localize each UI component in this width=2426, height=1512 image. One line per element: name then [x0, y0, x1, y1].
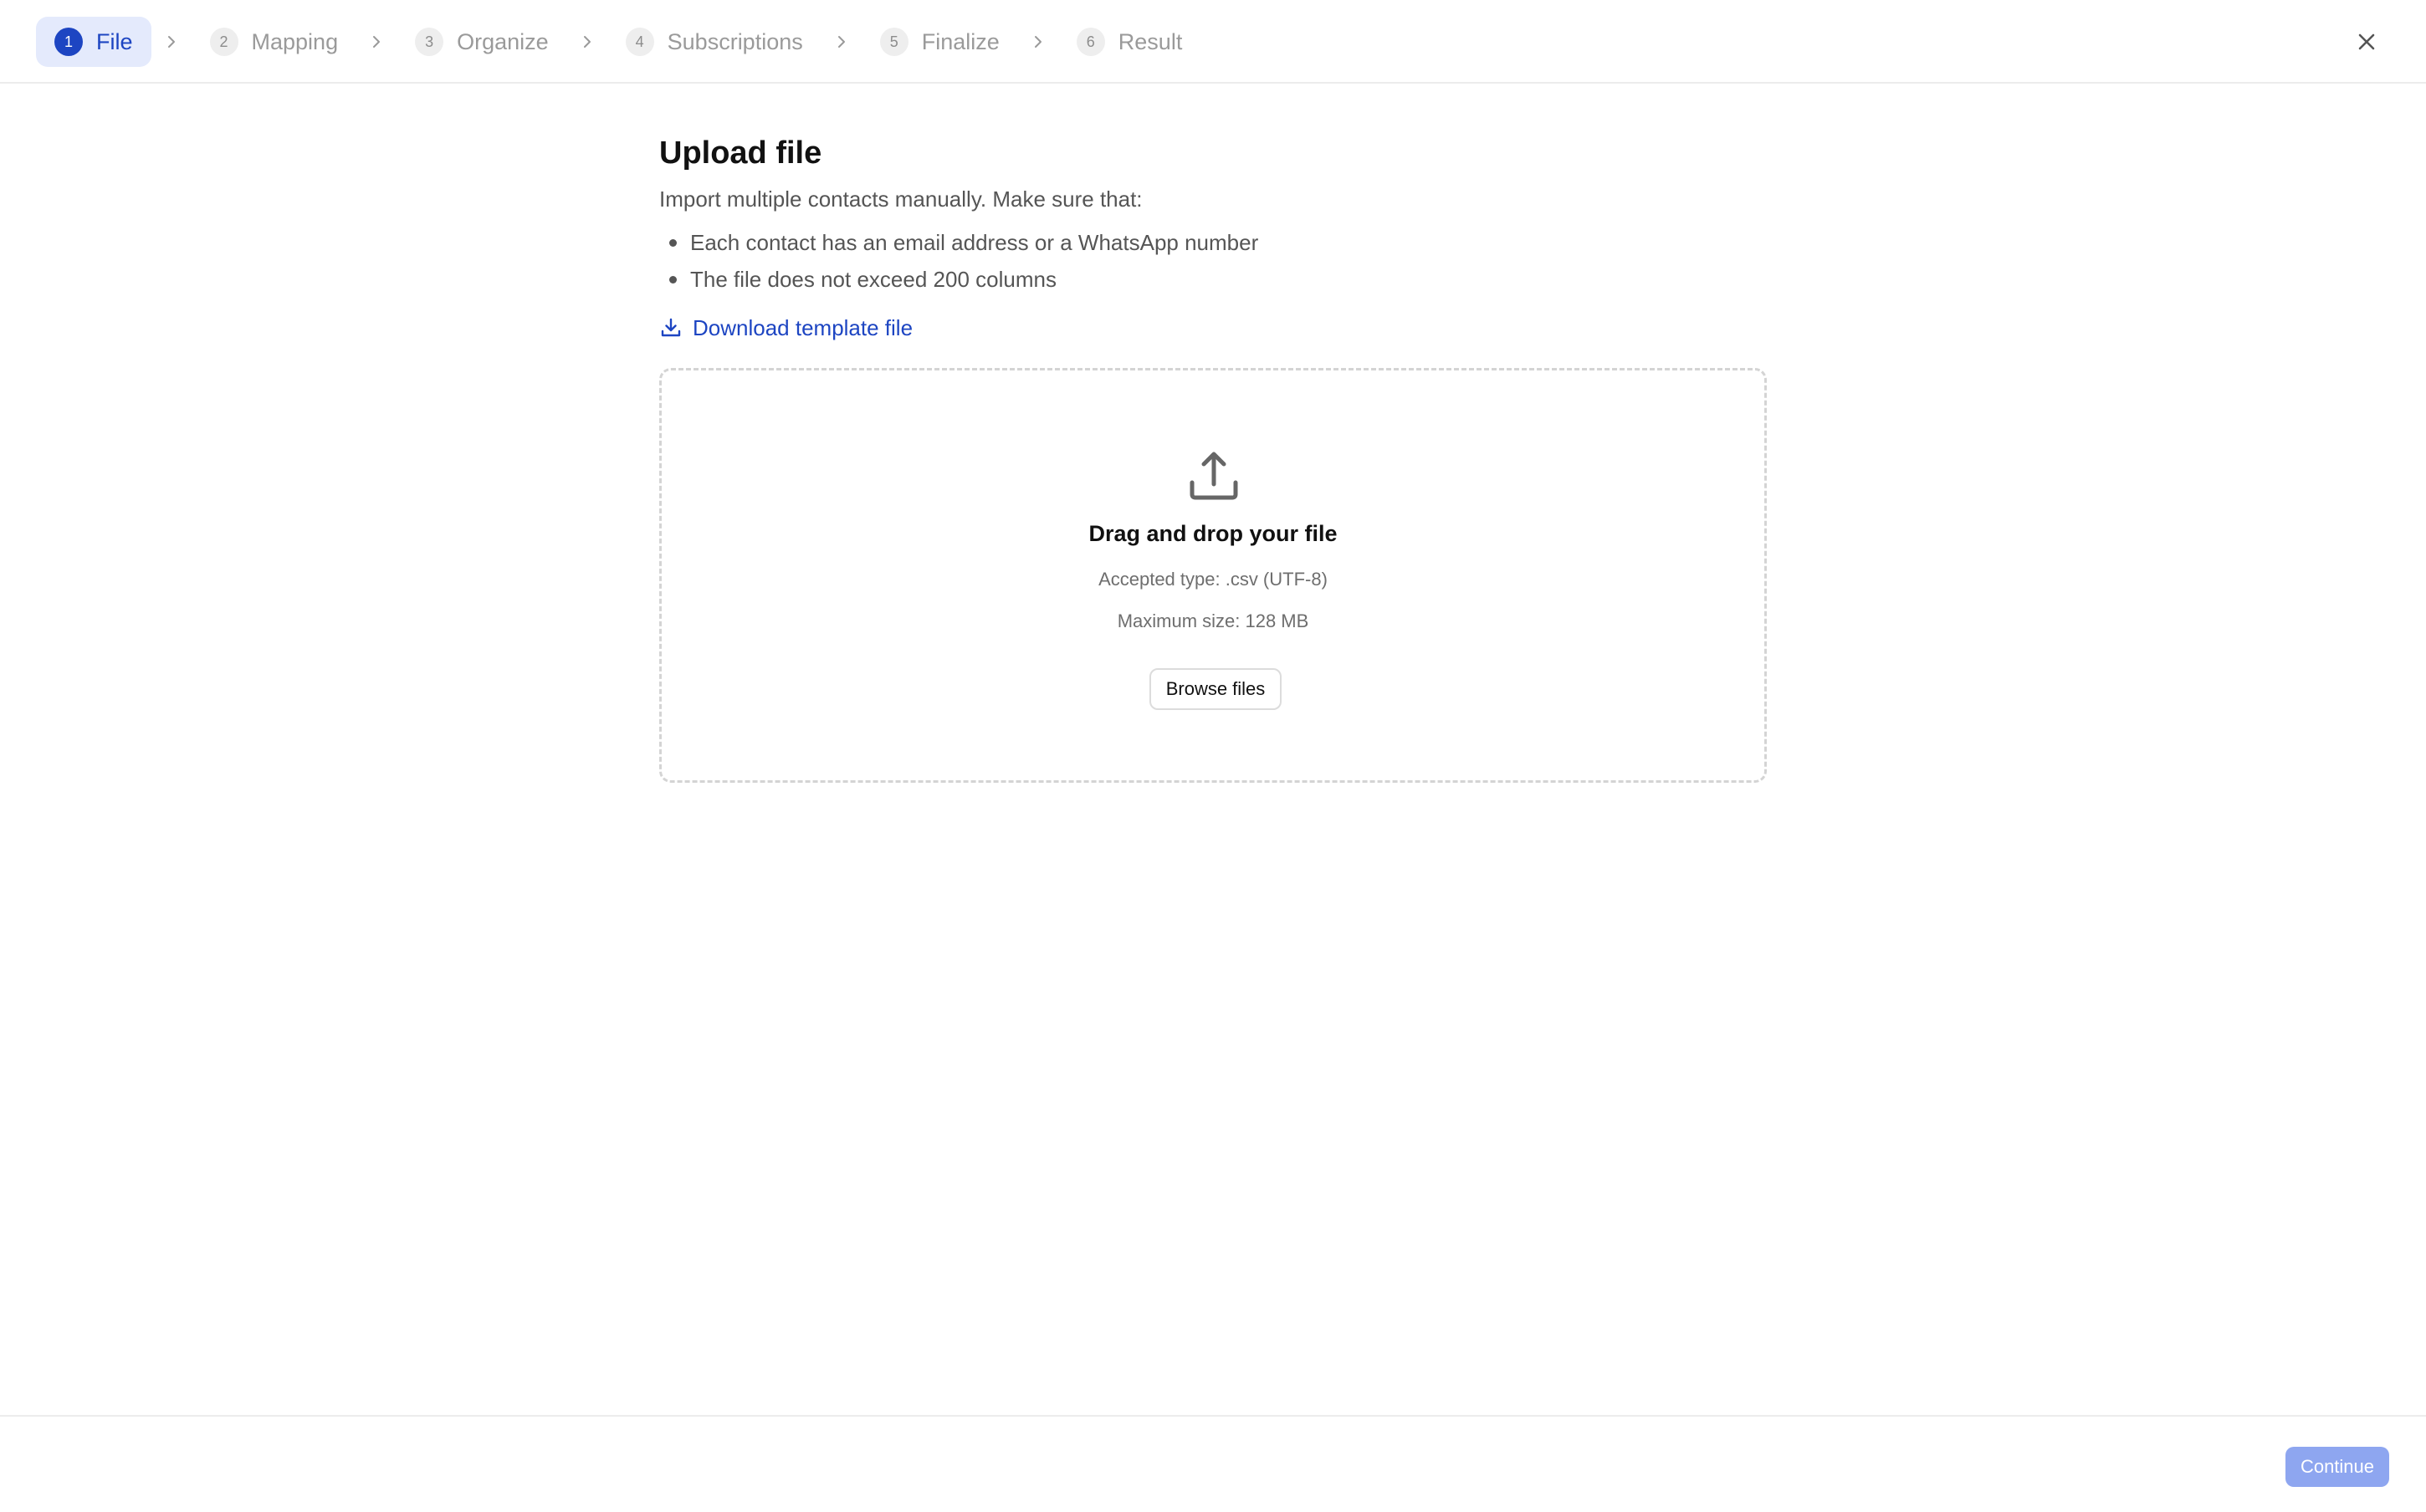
step-organize[interactable]: 3 Organize [397, 17, 567, 67]
intro-text: Import multiple contacts manually. Make … [659, 186, 1143, 212]
requirement-text: Each contact has an email address or a W… [690, 230, 1259, 255]
step-result[interactable]: 6 Result [1058, 17, 1201, 67]
download-template-link[interactable]: Download template file [659, 311, 1767, 345]
step-label: File [96, 28, 133, 54]
step-number: 4 [625, 28, 654, 56]
list-item: Each contact has an email address or a W… [659, 224, 1767, 261]
chevron-right-icon [356, 35, 397, 49]
accepted-type-text: Accepted type: .csv (UTF-8) [1098, 569, 1328, 590]
bullet [669, 275, 677, 284]
upload-panel: Upload file Import multiple contacts man… [659, 132, 1767, 783]
max-size-text: Maximum size: 128 MB [1117, 610, 1309, 631]
close-button[interactable] [2349, 24, 2384, 59]
bullet [669, 238, 677, 247]
close-icon [2358, 33, 2375, 50]
wizard-footer: Continue [0, 1415, 2426, 1512]
step-subscriptions[interactable]: 4 Subscriptions [607, 17, 821, 67]
chevron-right-icon [1018, 35, 1058, 49]
download-template-label: Download template file [693, 314, 914, 340]
requirements-list: Each contact has an email address or a W… [659, 224, 1767, 298]
chevron-right-icon [821, 35, 862, 49]
step-label: Subscriptions [667, 28, 803, 54]
step-finalize[interactable]: 5 Finalize [862, 17, 1018, 67]
browse-files-button[interactable]: Browse files [1149, 668, 1282, 710]
step-label: Mapping [251, 28, 339, 54]
list-item: The file does not exceed 200 columns [659, 261, 1767, 298]
step-label: Finalize [921, 28, 1000, 54]
download-icon [659, 316, 683, 340]
step-label: Organize [457, 28, 549, 54]
requirement-text: The file does not exceed 200 columns [690, 267, 1057, 292]
chevron-right-icon [567, 35, 607, 49]
step-number: 1 [54, 28, 83, 56]
step-number: 2 [209, 28, 238, 56]
dropzone-title: Drag and drop your file [1088, 521, 1338, 546]
upload-icon [1184, 446, 1244, 506]
step-number: 3 [415, 28, 444, 56]
chevron-right-icon [151, 35, 192, 49]
stepper: 1 File 2 Mapping 3 Organize 4 Subscripti… [36, 17, 1200, 67]
page-title: Upload file [659, 135, 822, 171]
step-number: 6 [1076, 28, 1105, 56]
step-number: 5 [879, 28, 908, 56]
continue-button[interactable]: Continue [2285, 1447, 2389, 1487]
file-dropzone[interactable]: Drag and drop your file Accepted type: .… [659, 368, 1767, 783]
step-mapping[interactable]: 2 Mapping [192, 17, 357, 67]
wizard-header: 1 File 2 Mapping 3 Organize 4 Subscripti… [0, 0, 2426, 84]
step-label: Result [1118, 28, 1183, 54]
step-file[interactable]: 1 File [36, 17, 151, 67]
